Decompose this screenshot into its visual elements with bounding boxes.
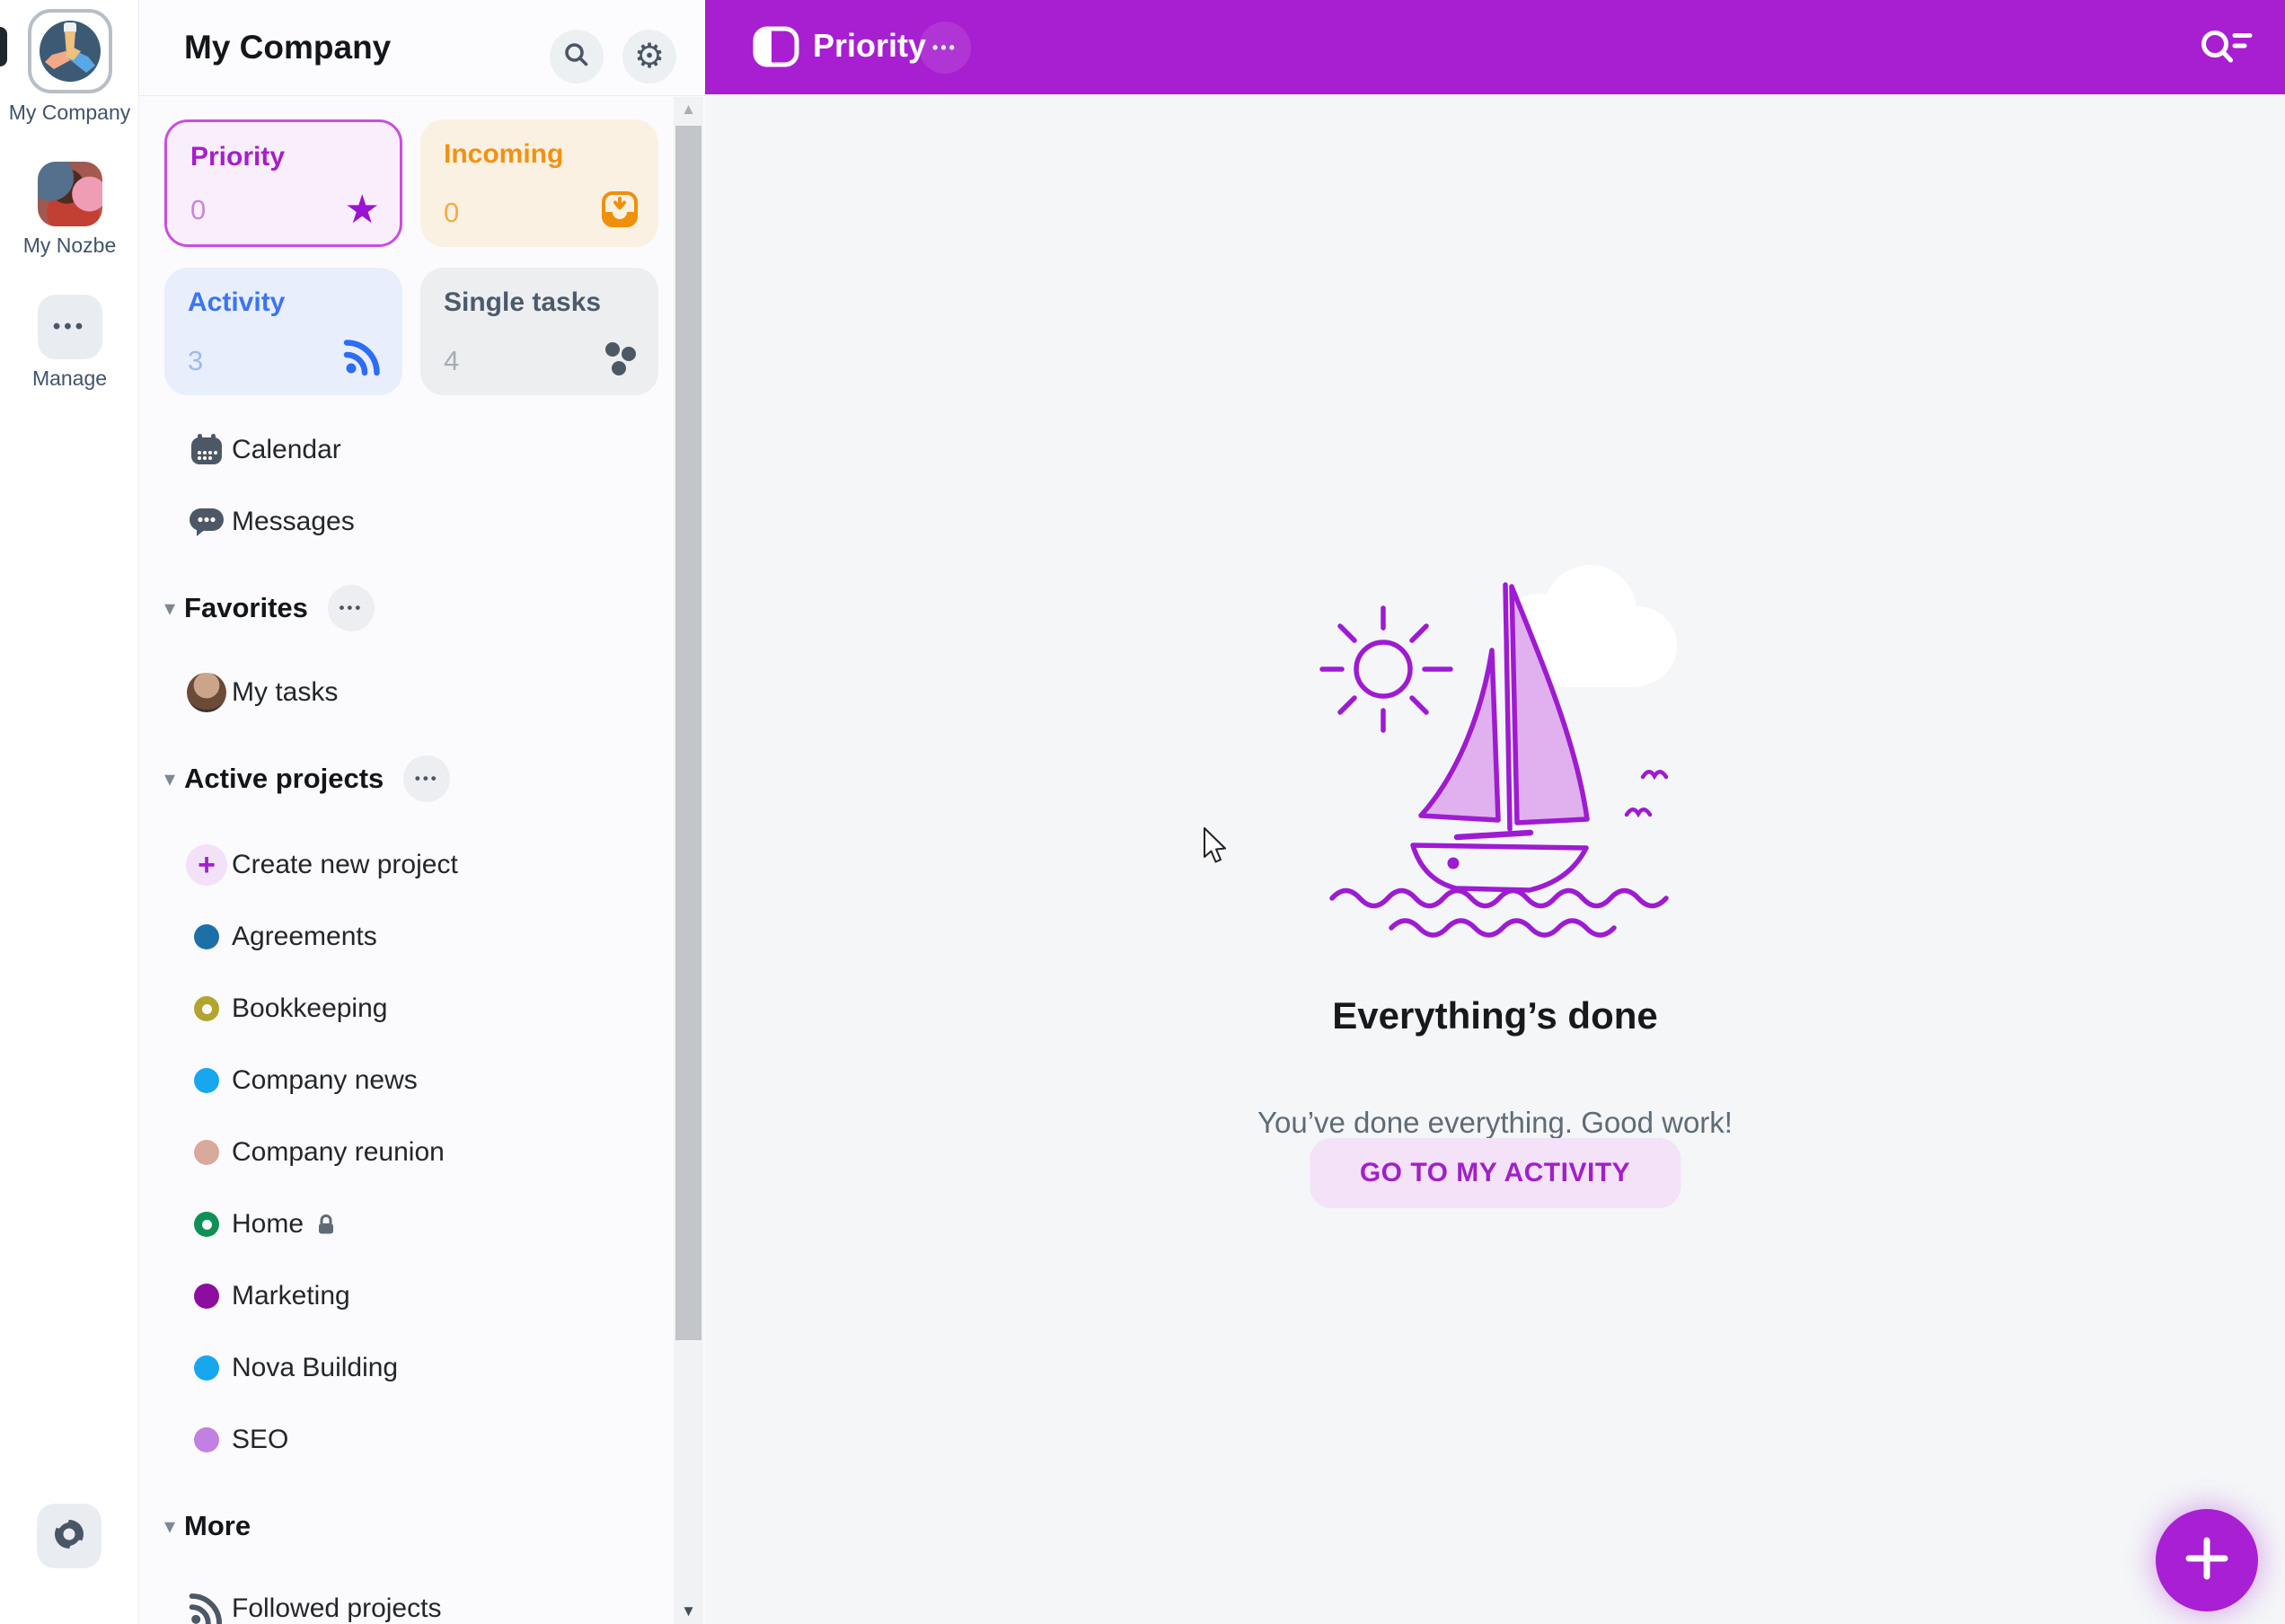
view-options-button[interactable]: ••• bbox=[919, 22, 971, 74]
ellipsis-icon: ••• bbox=[37, 295, 102, 359]
add-task-fab[interactable] bbox=[2156, 1509, 2258, 1611]
tile-incoming[interactable]: Incoming 0 bbox=[420, 119, 658, 247]
project-row-marketing[interactable]: Marketing bbox=[139, 1267, 669, 1326]
star-icon: ★ bbox=[344, 188, 380, 232]
create-new-project-button[interactable]: + Create new project bbox=[139, 835, 669, 895]
view-title: Priority bbox=[813, 27, 927, 64]
sailboat-illustration bbox=[1298, 552, 1693, 961]
tile-activity[interactable]: Activity 3 bbox=[164, 268, 402, 395]
project-color-dot bbox=[194, 924, 219, 949]
activity-count: 3 bbox=[188, 345, 204, 376]
my-nozbe-avatar bbox=[37, 162, 102, 226]
project-row-seo[interactable]: SEO bbox=[139, 1410, 669, 1470]
project-row-nova-building[interactable]: Nova Building bbox=[139, 1338, 669, 1398]
favorites-ellipsis-button[interactable]: ••• bbox=[327, 585, 375, 631]
workspace-label: My Nozbe bbox=[22, 234, 117, 257]
chevron-down-icon[interactable]: ▾ bbox=[164, 596, 175, 622]
empty-state-subtitle: You’ve done everything. Good work! bbox=[1257, 1106, 1733, 1139]
sidebar-item-calendar[interactable]: Calendar bbox=[139, 420, 669, 480]
sidebar-scrollbar[interactable]: ▲ ▼ bbox=[674, 97, 703, 1624]
section-more[interactable]: ▾ More bbox=[139, 1500, 669, 1552]
sidebar-toggle-icon[interactable] bbox=[753, 26, 799, 72]
scroll-up-arrow-icon[interactable]: ▲ bbox=[674, 101, 703, 119]
project-row-home[interactable]: Home bbox=[139, 1195, 669, 1254]
project-color-dot bbox=[194, 1355, 219, 1381]
project-color-donut bbox=[194, 1212, 219, 1237]
chevron-down-icon[interactable]: ▾ bbox=[164, 766, 175, 792]
workspace-item-my-nozbe[interactable]: My Nozbe bbox=[0, 162, 139, 258]
project-color-dot bbox=[194, 1427, 219, 1452]
tile-priority[interactable]: Priority 0 ★ bbox=[164, 119, 402, 247]
plus-icon: + bbox=[184, 844, 229, 886]
sidebar-header: My Company ⚙ bbox=[139, 0, 705, 96]
active-projects-ellipsis-button[interactable]: ••• bbox=[403, 755, 451, 802]
help-button[interactable] bbox=[37, 1504, 101, 1568]
go-to-my-activity-button[interactable]: GO TO MY ACTIVITY bbox=[1309, 1138, 1681, 1208]
scattered-dots-icon bbox=[601, 339, 639, 381]
my-company-logo-icon bbox=[33, 15, 106, 87]
project-row-agreements[interactable]: Agreements bbox=[139, 907, 669, 966]
empty-state-heading: Everything’s done bbox=[1332, 994, 1658, 1037]
sidebar-item-followed-projects[interactable]: Followed projects bbox=[139, 1579, 669, 1624]
workspace-label: My Company bbox=[8, 101, 131, 124]
chevron-down-icon[interactable]: ▾ bbox=[164, 1514, 175, 1540]
incoming-count: 0 bbox=[444, 197, 460, 228]
sidebar-item-my-tasks[interactable]: My tasks bbox=[139, 663, 669, 722]
selected-workspace-ring bbox=[27, 9, 112, 93]
lifebuoy-icon bbox=[49, 1514, 89, 1558]
rss-icon bbox=[343, 337, 383, 381]
section-active-projects[interactable]: ▾ Active projects ••• bbox=[139, 753, 669, 805]
workspace-item-my-company[interactable]: My Company bbox=[0, 9, 139, 125]
sidebar: My Company ⚙ Priority 0 ★ Incoming 0 Act… bbox=[139, 0, 705, 1624]
plus-icon bbox=[2184, 1535, 2230, 1586]
project-color-dot bbox=[194, 1140, 219, 1165]
main-content: Everything’s done You’ve done everything… bbox=[705, 94, 2285, 1624]
priority-count: 0 bbox=[190, 194, 207, 225]
workspace-rail: My Company My Nozbe ••• Manage bbox=[0, 0, 139, 1624]
project-color-dot bbox=[194, 1068, 219, 1093]
scroll-down-arrow-icon[interactable]: ▼ bbox=[674, 1602, 703, 1620]
search-icon bbox=[562, 40, 591, 74]
gear-icon: ⚙ bbox=[633, 38, 666, 75]
project-row-company-news[interactable]: Company news bbox=[139, 1051, 669, 1110]
mouse-cursor bbox=[1202, 827, 1232, 871]
app-window: My Company My Nozbe ••• Manage My Compan… bbox=[0, 0, 2285, 1624]
rss-icon bbox=[184, 1591, 229, 1624]
lock-icon bbox=[316, 1214, 336, 1236]
tile-single-tasks[interactable]: Single tasks 4 bbox=[420, 268, 658, 395]
search-filter-icon[interactable] bbox=[2199, 25, 2254, 73]
view-header: Priority ••• bbox=[705, 0, 2285, 94]
manage-workspaces-button[interactable]: ••• Manage bbox=[0, 295, 139, 391]
settings-button[interactable]: ⚙ bbox=[622, 30, 676, 84]
scrollbar-thumb[interactable] bbox=[675, 126, 701, 1340]
my-tasks-avatar bbox=[184, 673, 229, 712]
sidebar-title: My Company bbox=[184, 29, 392, 66]
manage-label: Manage bbox=[31, 366, 108, 390]
section-favorites[interactable]: ▾ Favorites ••• bbox=[139, 582, 669, 634]
main-panel: Priority ••• Everything’s done You’ve do… bbox=[705, 0, 2285, 1624]
project-color-dot bbox=[194, 1284, 219, 1309]
search-button[interactable] bbox=[550, 30, 604, 84]
project-row-company-reunion[interactable]: Company reunion bbox=[139, 1123, 669, 1182]
project-row-bookkeeping[interactable]: Bookkeeping bbox=[139, 979, 669, 1038]
messages-icon bbox=[184, 502, 229, 542]
sidebar-item-messages[interactable]: Messages bbox=[139, 492, 669, 552]
project-color-donut bbox=[194, 996, 219, 1021]
calendar-icon bbox=[184, 430, 229, 470]
inbox-icon bbox=[601, 190, 639, 233]
single-tasks-count: 4 bbox=[444, 345, 460, 376]
